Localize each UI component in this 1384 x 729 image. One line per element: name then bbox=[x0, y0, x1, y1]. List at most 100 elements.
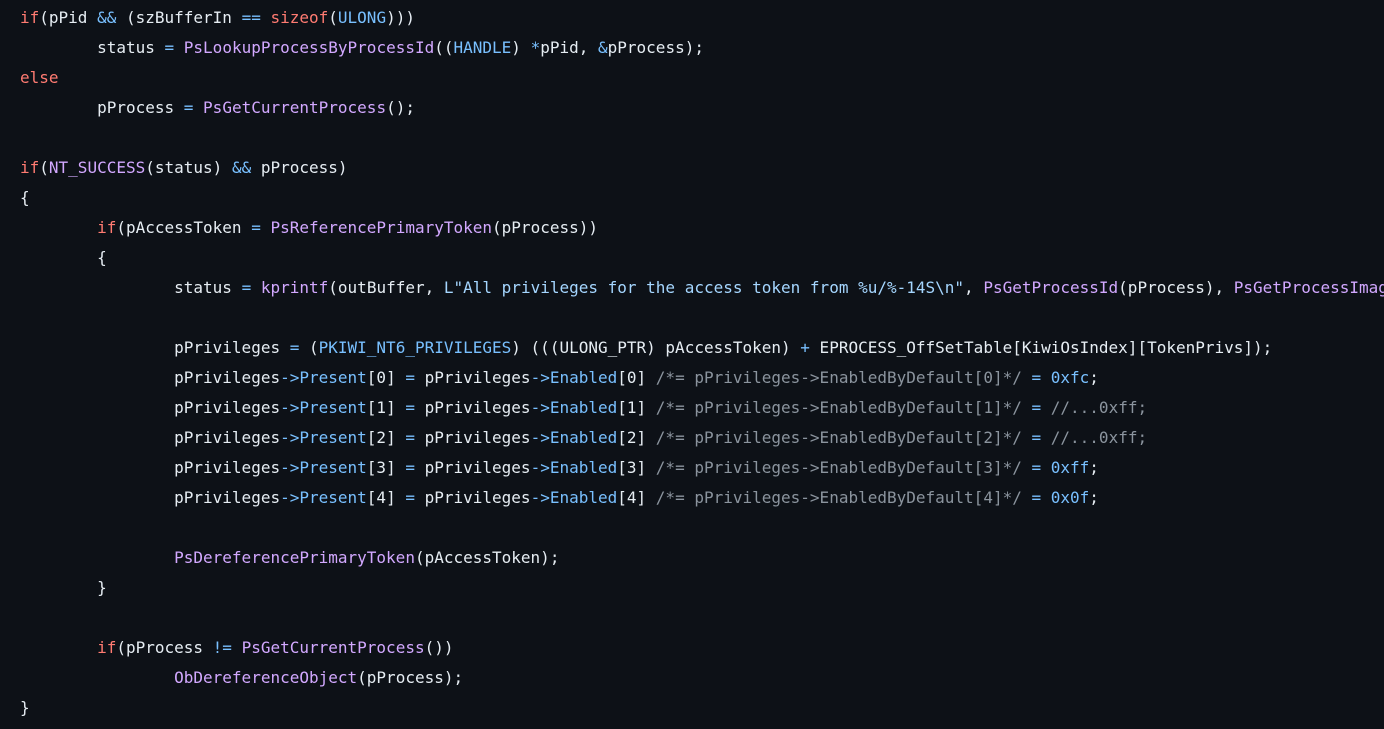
code-token: (status) bbox=[145, 158, 232, 177]
code-token: = bbox=[183, 98, 194, 117]
code-token: PsLookupProcessByProcessId bbox=[183, 38, 435, 57]
code-token: PsGetCurrentProcess bbox=[203, 98, 387, 117]
code-token: != bbox=[212, 638, 232, 657]
code-token: [4] bbox=[366, 488, 406, 507]
code-token: -> bbox=[280, 428, 300, 447]
code-line: if(NT_SUCCESS(status) && pProcess) bbox=[20, 153, 1384, 183]
code-token: pPrivileges bbox=[414, 428, 531, 447]
code-token: { bbox=[20, 248, 107, 267]
code-token: (pProcess); bbox=[357, 668, 464, 687]
code-token: PsGetCurrentProcess bbox=[241, 638, 425, 657]
code-token: -> bbox=[530, 398, 550, 417]
code-token: //...0xff; bbox=[1050, 428, 1148, 447]
code-token: ULONG_PTR bbox=[559, 338, 647, 357]
code-token: pPid, bbox=[540, 38, 598, 57]
code-token: = bbox=[251, 218, 261, 237]
code-token: /*= pPrivileges->EnabledByDefault[2]*/ bbox=[655, 428, 1022, 447]
code-token: (( bbox=[434, 38, 454, 57]
code-token: pPrivileges bbox=[414, 488, 531, 507]
code-token: = bbox=[405, 428, 415, 447]
code-token: pPrivileges bbox=[414, 398, 531, 417]
code-token: pPrivileges bbox=[414, 368, 531, 387]
code-token: (pProcess), bbox=[1118, 278, 1234, 297]
code-token: Enabled bbox=[549, 368, 618, 387]
code-token: /*= pPrivileges->EnabledByDefault[0]*/ bbox=[655, 368, 1022, 387]
code-editor[interactable]: if(pPid && (szBufferIn == sizeof(ULONG))… bbox=[0, 0, 1384, 729]
code-token: //...0xff; bbox=[1050, 398, 1148, 417]
code-token: EPROCESS_OffSetTable[KiwiOsIndex][TokenP… bbox=[809, 338, 1273, 357]
code-token: [3] bbox=[366, 458, 406, 477]
code-token: ))) bbox=[386, 8, 415, 27]
code-token: ( bbox=[299, 338, 319, 357]
code-token: -> bbox=[530, 428, 550, 447]
code-line: pPrivileges->Present[4] = pPrivileges->E… bbox=[20, 483, 1384, 513]
code-token: = bbox=[405, 398, 415, 417]
code-token: PsDereferencePrimaryToken bbox=[174, 548, 415, 567]
code-token: -> bbox=[280, 458, 300, 477]
code-token: PsReferencePrimaryToken bbox=[270, 218, 493, 237]
code-token: -> bbox=[280, 368, 300, 387]
code-token: -> bbox=[530, 488, 550, 507]
code-token: PsGetProcessImageFileName bbox=[1233, 278, 1384, 297]
code-block: if(pPid && (szBufferIn == sizeof(ULONG))… bbox=[20, 3, 1384, 723]
code-token: = bbox=[289, 338, 300, 357]
code-token: } bbox=[20, 698, 30, 717]
code-token: HANDLE bbox=[453, 38, 512, 57]
code-line: pPrivileges->Present[0] = pPrivileges->E… bbox=[20, 363, 1384, 393]
code-token: [1] bbox=[617, 398, 656, 417]
code-token: (); bbox=[386, 98, 415, 117]
code-token: = bbox=[405, 368, 415, 387]
code-token: pPrivileges bbox=[20, 368, 281, 387]
code-token: status bbox=[20, 278, 242, 297]
code-token: else bbox=[20, 68, 59, 87]
code-token: [2] bbox=[366, 428, 406, 447]
code-token: , bbox=[964, 278, 984, 297]
code-token: if bbox=[97, 638, 117, 657]
code-token: -> bbox=[530, 458, 550, 477]
code-token: 0x0f bbox=[1050, 488, 1090, 507]
code-line: if(pProcess != PsGetCurrentProcess()) bbox=[20, 633, 1384, 663]
code-token: { bbox=[20, 188, 30, 207]
code-token: Enabled bbox=[549, 458, 618, 477]
code-token: (pAccessToken bbox=[116, 218, 252, 237]
code-token: & bbox=[598, 38, 608, 57]
code-token: if bbox=[20, 8, 40, 27]
code-token: /*= pPrivileges->EnabledByDefault[3]*/ bbox=[655, 458, 1022, 477]
code-line: status = PsLookupProcessByProcessId((HAN… bbox=[20, 33, 1384, 63]
code-line: { bbox=[20, 183, 1384, 213]
code-line: pPrivileges = (PKIWI_NT6_PRIVILEGES) (((… bbox=[20, 333, 1384, 363]
code-token: (pProcess)) bbox=[492, 218, 598, 237]
code-token: Enabled bbox=[549, 488, 618, 507]
code-token: Enabled bbox=[549, 398, 618, 417]
code-token: PsGetProcessId bbox=[983, 278, 1119, 297]
code-token: pPrivileges bbox=[20, 428, 281, 447]
code-token: = bbox=[1031, 488, 1042, 507]
code-token: 0xfc bbox=[1050, 368, 1090, 387]
code-token: ) bbox=[511, 38, 531, 57]
code-line: else bbox=[20, 63, 1384, 93]
code-token: ( bbox=[328, 8, 338, 27]
code-line: pPrivileges->Present[2] = pPrivileges->E… bbox=[20, 423, 1384, 453]
code-token: ; bbox=[1089, 368, 1099, 387]
code-line: pProcess = PsGetCurrentProcess(); bbox=[20, 93, 1384, 123]
code-token: && bbox=[97, 8, 117, 27]
code-token: -> bbox=[530, 368, 550, 387]
code-line: if(pPid && (szBufferIn == sizeof(ULONG))… bbox=[20, 3, 1384, 33]
code-token: = bbox=[1031, 398, 1042, 417]
code-token: L"All privileges for the access token fr… bbox=[443, 278, 965, 297]
code-token: = bbox=[164, 38, 175, 57]
